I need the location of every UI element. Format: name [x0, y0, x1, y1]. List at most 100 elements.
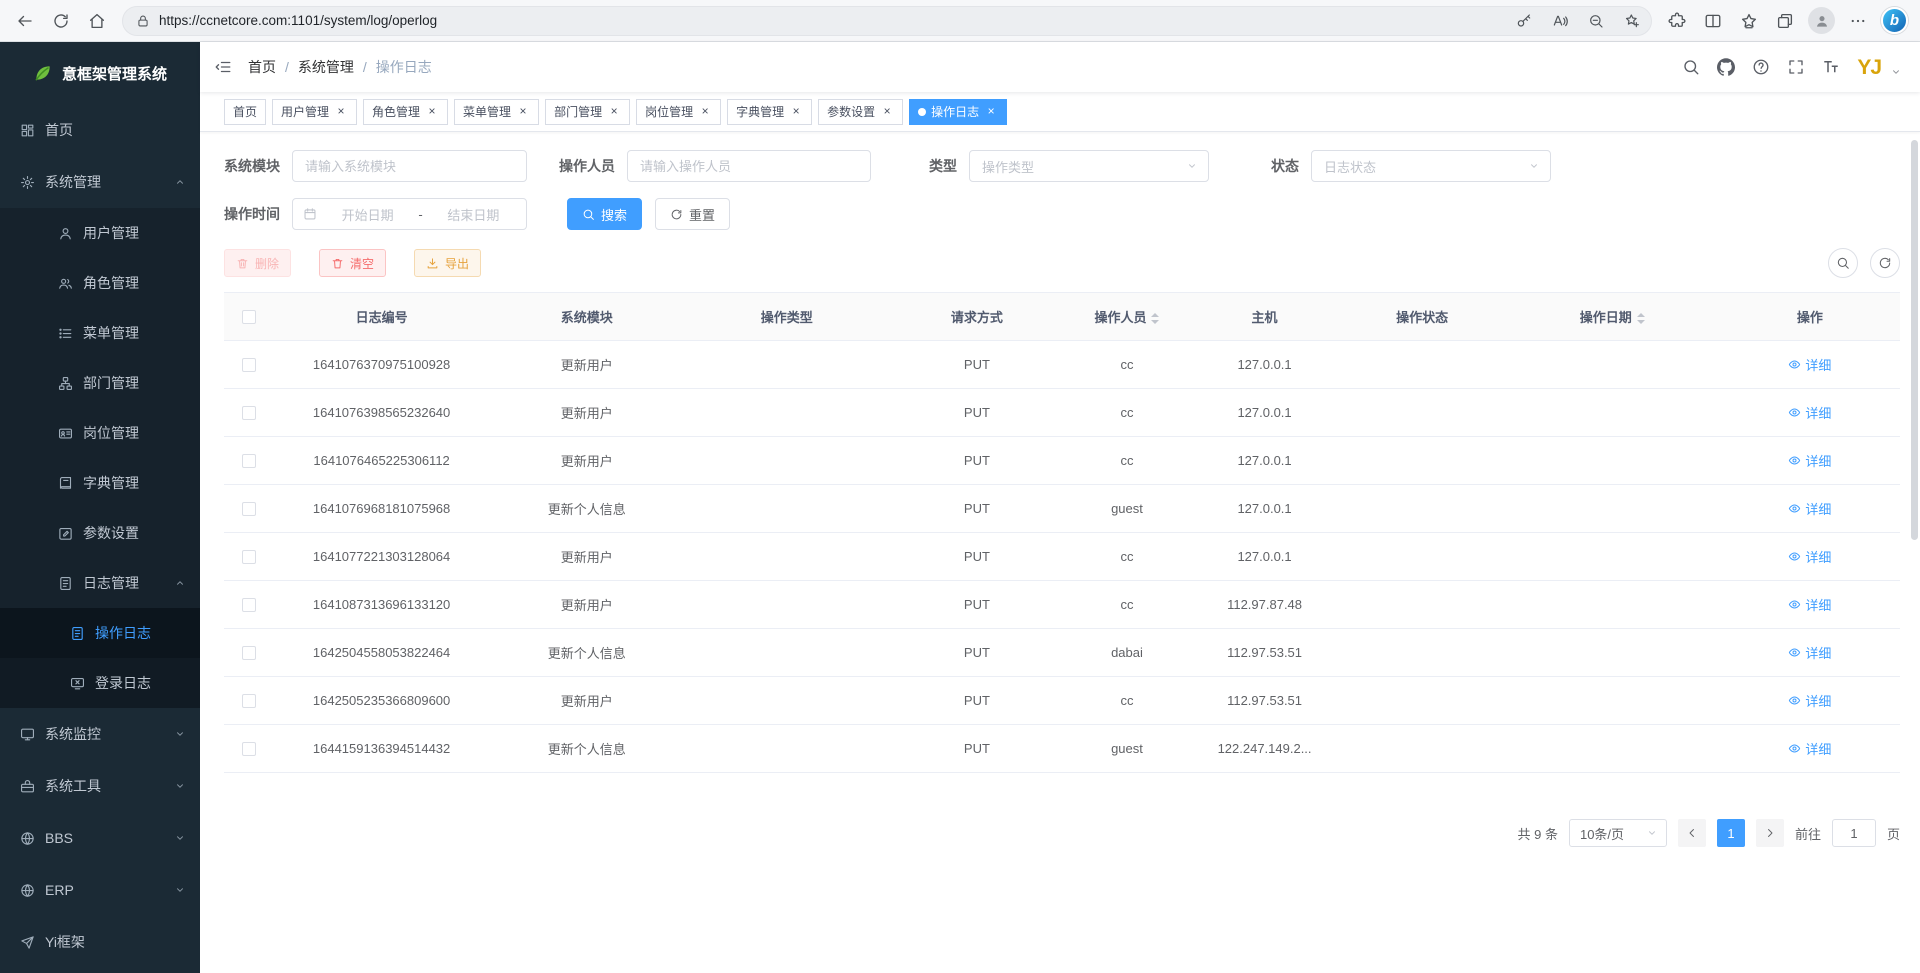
sidebar-item-operation-log[interactable]: 操作日志 [0, 608, 200, 658]
sidebar-item-post-management[interactable]: 岗位管理 [0, 408, 200, 458]
tab[interactable]: 用户管理× [272, 99, 357, 125]
row-checkbox[interactable] [242, 406, 256, 420]
prev-page-button[interactable] [1678, 819, 1706, 847]
browser-refresh-button[interactable] [44, 4, 78, 38]
export-button[interactable]: 导出 [414, 249, 481, 277]
github-button[interactable] [1717, 58, 1735, 76]
row-checkbox[interactable] [242, 742, 256, 756]
detail-link[interactable]: 详细 [1788, 739, 1831, 758]
detail-link[interactable]: 详细 [1788, 547, 1831, 566]
row-checkbox[interactable] [242, 358, 256, 372]
sidebar-item-login-log[interactable]: 登录日志 [0, 658, 200, 708]
select-all-checkbox[interactable] [242, 310, 256, 324]
row-checkbox[interactable] [242, 646, 256, 660]
detail-link[interactable]: 详细 [1788, 595, 1831, 614]
row-checkbox[interactable] [242, 502, 256, 516]
browser-settings-button[interactable] [1841, 4, 1875, 38]
delete-button[interactable]: 删除 [224, 249, 291, 277]
sort-operator[interactable] [1151, 313, 1159, 324]
row-checkbox[interactable] [242, 694, 256, 708]
eye-icon [1788, 646, 1801, 659]
sidebar-item-param-settings[interactable]: 参数设置 [0, 508, 200, 558]
app-logo[interactable]: 意框架管理系统 [0, 42, 200, 104]
sidebar-item-user-management[interactable]: 用户管理 [0, 208, 200, 258]
sort-date[interactable] [1637, 313, 1645, 324]
tab-close-icon[interactable]: × [789, 105, 803, 119]
row-checkbox[interactable] [242, 598, 256, 612]
tab-close-icon[interactable]: × [698, 105, 712, 119]
sidebar-item-system-tools[interactable]: 系统工具 [0, 760, 200, 812]
tab[interactable]: 岗位管理× [636, 99, 721, 125]
tab[interactable]: 首页 [224, 99, 266, 125]
row-checkbox[interactable] [242, 454, 256, 468]
page-size-select[interactable]: 10条/页 [1569, 819, 1667, 847]
fullscreen-button[interactable] [1787, 58, 1805, 76]
sidebar-item-menu-management[interactable]: 菜单管理 [0, 308, 200, 358]
breadcrumb-home[interactable]: 首页 [248, 57, 276, 77]
tab[interactable]: 角色管理× [363, 99, 448, 125]
show-search-toggle-button[interactable] [1828, 248, 1858, 278]
sidebar-item-erp[interactable]: ERP [0, 864, 200, 916]
sidebar-item-system-management[interactable]: 系统管理 [0, 156, 200, 208]
page-number-button[interactable]: 1 [1717, 819, 1745, 847]
type-select[interactable]: 操作类型 [969, 150, 1209, 182]
sidebar-item-dict-management[interactable]: 字典管理 [0, 458, 200, 508]
detail-link[interactable]: 详细 [1788, 643, 1831, 662]
tab-close-icon[interactable]: × [425, 105, 439, 119]
tab[interactable]: 字典管理× [727, 99, 812, 125]
bing-copilot-button[interactable]: b [1881, 7, 1908, 34]
sidebar-item-bbs[interactable]: BBS [0, 812, 200, 864]
password-key-button[interactable] [1510, 7, 1537, 34]
tab-close-icon[interactable]: × [516, 105, 530, 119]
sidebar-item-department-management[interactable]: 部门管理 [0, 358, 200, 408]
search-button[interactable]: 搜索 [567, 198, 642, 230]
module-input[interactable] [292, 150, 527, 182]
add-favorite-button[interactable] [1618, 7, 1645, 34]
operator-input[interactable] [627, 150, 871, 182]
tab[interactable]: 菜单管理× [454, 99, 539, 125]
detail-link[interactable]: 详细 [1788, 451, 1831, 470]
detail-link[interactable]: 详细 [1788, 403, 1831, 422]
tab[interactable]: 参数设置× [818, 99, 903, 125]
sidebar-item-system-monitor[interactable]: 系统监控 [0, 708, 200, 760]
tab-close-icon[interactable]: × [984, 105, 998, 119]
refresh-table-button[interactable] [1870, 248, 1900, 278]
help-button[interactable] [1752, 58, 1770, 76]
sidebar-item-home[interactable]: 首页 [0, 104, 200, 156]
goto-page-input[interactable] [1832, 819, 1876, 847]
reset-button[interactable]: 重置 [655, 198, 730, 230]
clear-button[interactable]: 清空 [319, 249, 386, 277]
status-select[interactable]: 日志状态 [1311, 150, 1551, 182]
user-avatar-logo[interactable]: YJ [1857, 57, 1881, 78]
browser-profile-avatar[interactable] [1808, 7, 1835, 34]
favorites-button[interactable] [1732, 4, 1766, 38]
sidebar-item-yi-framework[interactable]: Yi框架 [0, 916, 200, 968]
detail-link[interactable]: 详细 [1788, 691, 1831, 710]
tab-close-icon[interactable]: × [880, 105, 894, 119]
browser-home-button[interactable] [80, 4, 114, 38]
tab-close-icon[interactable]: × [334, 105, 348, 119]
user-menu-caret[interactable] [1890, 66, 1902, 78]
row-checkbox[interactable] [242, 550, 256, 564]
next-page-button[interactable] [1756, 819, 1784, 847]
tab[interactable]: 部门管理× [545, 99, 630, 125]
zoom-button[interactable] [1582, 7, 1609, 34]
tab[interactable]: 操作日志× [909, 99, 1007, 125]
detail-link[interactable]: 详细 [1788, 499, 1831, 518]
breadcrumb-system-management[interactable]: 系统管理 [298, 57, 354, 77]
read-aloud-button[interactable] [1546, 7, 1573, 34]
date-range-picker[interactable]: 开始日期 - 结束日期 [292, 198, 527, 230]
header-search-button[interactable] [1682, 58, 1700, 76]
address-bar[interactable]: https://ccnetcore.com:1101/system/log/op… [122, 6, 1652, 36]
sidebar-item-log-management[interactable]: 日志管理 [0, 558, 200, 608]
sidebar-item-role-management[interactable]: 角色管理 [0, 258, 200, 308]
page-scrollbar[interactable] [1911, 140, 1918, 540]
browser-back-button[interactable] [8, 4, 42, 38]
collections-button[interactable] [1768, 4, 1802, 38]
sidebar-toggle-button[interactable] [214, 58, 232, 76]
font-size-button[interactable] [1822, 58, 1840, 76]
browser-essentials-button[interactable] [1660, 4, 1694, 38]
detail-link[interactable]: 详细 [1788, 355, 1831, 374]
tab-close-icon[interactable]: × [607, 105, 621, 119]
split-screen-button[interactable] [1696, 4, 1730, 38]
